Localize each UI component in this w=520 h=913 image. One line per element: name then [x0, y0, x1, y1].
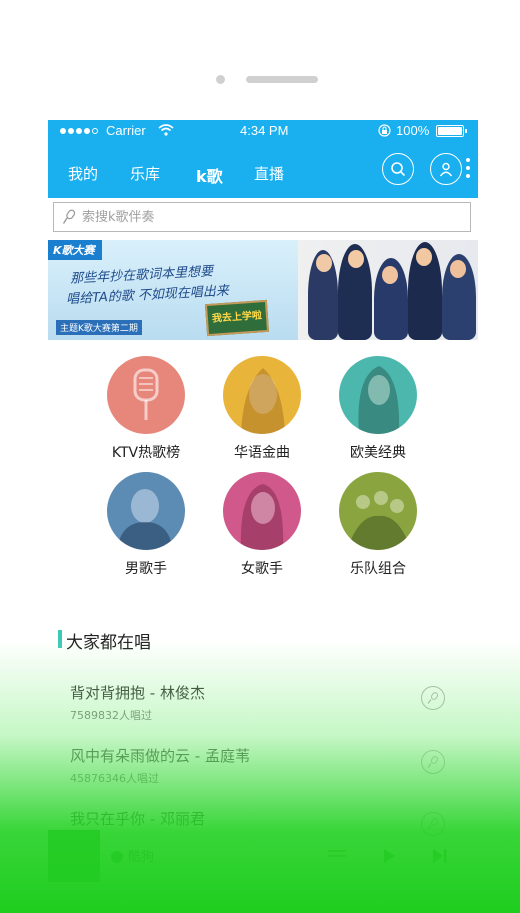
more-menu-icon[interactable] — [466, 158, 470, 178]
status-bar: Carrier 4:34 PM 100% — [48, 120, 478, 142]
microphone-icon — [427, 756, 439, 768]
category-western-classics[interactable]: 欧美经典 — [328, 356, 428, 462]
category-label: 女歌手 — [241, 561, 283, 577]
category-thumb — [107, 472, 185, 550]
category-thumb — [339, 472, 417, 550]
song-row[interactable]: 风中有朵雨做的云 - 孟庭苇 45876346人唱过 — [70, 745, 460, 786]
tab-live[interactable]: 直播 — [254, 163, 284, 184]
song-row[interactable]: 背对背拥抱 - 林俊杰 7589832人唱过 — [70, 682, 460, 723]
category-label: 男歌手 — [125, 561, 167, 577]
banner-photo — [298, 240, 478, 340]
category-label: 华语金曲 — [234, 445, 290, 461]
category-bands[interactable]: 乐队组合 — [328, 472, 428, 578]
mini-player[interactable]: 酷狗 — [48, 828, 478, 888]
woman-portrait-icon — [358, 366, 400, 434]
song-title: 风中有朵雨做的云 - 孟庭苇 — [70, 747, 250, 765]
category-ktv-hot[interactable]: KTV热歌榜 — [96, 356, 196, 462]
promo-banner[interactable]: K歌大赛 那些年抄在歌词本里想要 唱给TA的歌 不如现在唱出来 主题K歌大赛第二… — [48, 240, 478, 340]
song-play-count: 45876346人唱过 — [70, 772, 159, 785]
search-icon — [391, 162, 406, 177]
play-icon[interactable] — [382, 848, 396, 864]
sing-button[interactable] — [421, 686, 445, 710]
album-cover — [48, 830, 100, 882]
search-input[interactable] — [82, 203, 462, 231]
song-play-count: 7589832人唱过 — [70, 709, 152, 722]
microphone-icon — [427, 692, 439, 704]
category-female-singers[interactable]: 女歌手 — [212, 472, 312, 578]
category-label: 乐队组合 — [350, 561, 406, 577]
banner-tag: K歌大赛 — [48, 240, 102, 260]
rotation-lock-icon — [378, 124, 391, 137]
woman-portrait-icon — [240, 484, 284, 550]
mini-player-title: 酷狗 — [128, 850, 155, 865]
signal-icon — [60, 128, 98, 134]
category-thumb — [223, 356, 301, 434]
app-header: Carrier 4:34 PM 100% 我的 乐库 k歌 直播 — [48, 120, 478, 198]
man-portrait-icon — [117, 489, 173, 550]
banner-subtitle: 主题K歌大赛第二期 — [56, 320, 142, 335]
carrier-label: Carrier — [106, 123, 146, 138]
section-accent-bar — [58, 630, 62, 648]
playlist-icon[interactable] — [328, 848, 346, 862]
search-box[interactable] — [53, 202, 471, 232]
kugou-logo-icon — [111, 851, 123, 863]
category-label: 欧美经典 — [350, 445, 406, 461]
song-title: 我只在乎你 - 邓丽君 — [70, 810, 205, 828]
camera-dot — [216, 75, 225, 84]
category-thumb — [107, 356, 185, 434]
profile-button[interactable] — [430, 153, 462, 185]
song-row[interactable]: 我只在乎你 - 邓丽君 — [70, 808, 460, 829]
tab-library[interactable]: 乐库 — [130, 163, 160, 184]
banner-chalkboard: 我去上学啦 — [204, 299, 270, 337]
woman-portrait-icon — [241, 368, 285, 434]
song-title: 背对背拥抱 - 林俊杰 — [70, 684, 205, 702]
speaker-grille — [246, 76, 318, 83]
band-icon — [347, 491, 411, 550]
search-button[interactable] — [382, 153, 414, 185]
tab-karaoke[interactable]: k歌 — [196, 163, 223, 187]
battery-percent: 100% — [396, 123, 430, 138]
microphone-search-icon — [62, 209, 76, 224]
tab-mine[interactable]: 我的 — [68, 163, 98, 184]
sing-button[interactable] — [421, 750, 445, 774]
section-title: 大家都在唱 — [66, 633, 151, 653]
category-chinese-hits[interactable]: 华语金曲 — [212, 356, 312, 462]
status-time: 4:34 PM — [240, 123, 289, 138]
category-thumb — [223, 472, 301, 550]
battery-icon — [436, 125, 467, 137]
next-icon[interactable] — [432, 848, 448, 864]
user-icon — [439, 162, 453, 177]
category-male-singers[interactable]: 男歌手 — [96, 472, 196, 578]
wifi-icon — [158, 124, 174, 136]
microphone-icon — [133, 368, 159, 420]
phone-screen: Carrier 4:34 PM 100% 我的 乐库 k歌 直播 索搜k歌伴奏 … — [48, 120, 478, 913]
category-thumb — [339, 356, 417, 434]
category-label: KTV热歌榜 — [111, 445, 181, 461]
